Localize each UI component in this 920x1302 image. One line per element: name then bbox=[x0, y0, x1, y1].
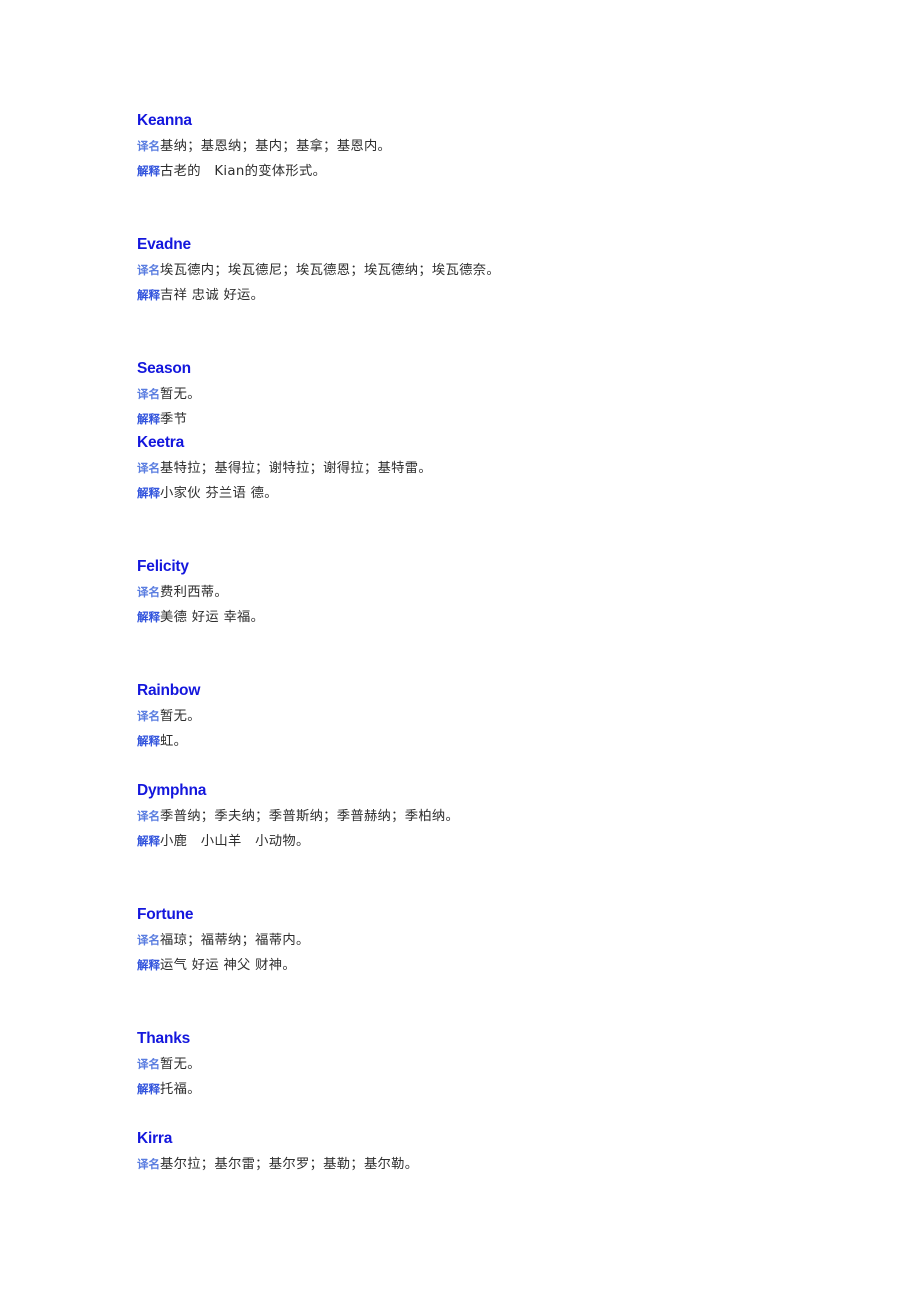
explanation-row: 解释美德 好运 幸福。 bbox=[137, 605, 837, 630]
entry-name-heading[interactable]: Season bbox=[137, 358, 837, 380]
explanation-label: 解释 bbox=[137, 288, 160, 302]
name-entry: Rainbow 译名暂无。 解释虹。 bbox=[137, 680, 837, 754]
translation-label: 译名 bbox=[137, 263, 160, 277]
translation-row: 译名季普纳；季夫纳；季普斯纳；季普赫纳；季柏纳。 bbox=[137, 804, 837, 829]
explanation-row: 解释季节 bbox=[137, 407, 837, 432]
translation-row: 译名暂无。 bbox=[137, 1052, 837, 1077]
entry-name-heading[interactable]: Dymphna bbox=[137, 780, 837, 802]
name-entry: Season 译名暂无。 解释季节 bbox=[137, 358, 837, 432]
translation-label: 译名 bbox=[137, 709, 160, 723]
explanation-row: 解释吉祥 忠诚 好运。 bbox=[137, 283, 837, 308]
translation-row: 译名基纳；基恩纳；基内；基拿；基恩内。 bbox=[137, 134, 837, 159]
entry-name-heading[interactable]: Kirra bbox=[137, 1128, 837, 1150]
explanation-value: 小鹿 小山羊 小动物。 bbox=[160, 834, 310, 849]
translation-label: 译名 bbox=[137, 933, 160, 947]
translation-label: 译名 bbox=[137, 139, 160, 153]
explanation-row: 解释托福。 bbox=[137, 1077, 837, 1102]
explanation-row: 解释运气 好运 神父 财神。 bbox=[137, 953, 837, 978]
document-page: Keanna 译名基纳；基恩纳；基内；基拿；基恩内。 解释古老的 Kian的变体形式… bbox=[0, 0, 920, 1302]
explanation-row: 解释古老的 Kian的变体形式。 bbox=[137, 159, 837, 184]
entry-list: Keanna 译名基纳；基恩纳；基内；基拿；基恩内。 解释古老的 Kian的变体形式… bbox=[137, 110, 837, 1177]
explanation-value: 虹。 bbox=[160, 734, 188, 749]
entry-name-heading[interactable]: Felicity bbox=[137, 556, 837, 578]
explanation-value: 小家伙 芬兰语 德。 bbox=[160, 486, 278, 501]
translation-row: 译名暂无。 bbox=[137, 704, 837, 729]
entry-name-heading[interactable]: Thanks bbox=[137, 1028, 837, 1050]
translation-row: 译名福琼；福蒂纳；福蒂内。 bbox=[137, 928, 837, 953]
entry-name-heading[interactable]: Keetra bbox=[137, 432, 837, 454]
translation-value: 暂无。 bbox=[160, 387, 201, 402]
translation-row: 译名基尔拉；基尔雷；基尔罗；基勒；基尔勒。 bbox=[137, 1152, 837, 1177]
explanation-value: 季节 bbox=[160, 412, 188, 427]
translation-row: 译名基特拉；基得拉；谢特拉；谢得拉；基特雷。 bbox=[137, 456, 837, 481]
entry-name-heading[interactable]: Rainbow bbox=[137, 680, 837, 702]
name-entry: Keetra 译名基特拉；基得拉；谢特拉；谢得拉；基特雷。 解释小家伙 芬兰语 德。 bbox=[137, 432, 837, 506]
translation-value: 季普纳；季夫纳；季普斯纳；季普赫纳；季柏纳。 bbox=[160, 809, 460, 824]
translation-label: 译名 bbox=[137, 1157, 160, 1171]
explanation-value: 吉祥 忠诚 好运。 bbox=[160, 288, 265, 303]
name-entry: Kirra 译名基尔拉；基尔雷；基尔罗；基勒；基尔勒。 bbox=[137, 1128, 837, 1177]
name-entry: Fortune 译名福琼；福蒂纳；福蒂内。 解释运气 好运 神父 财神。 bbox=[137, 904, 837, 978]
entry-name-heading[interactable]: Evadne bbox=[137, 234, 837, 256]
explanation-value: 美德 好运 幸福。 bbox=[160, 610, 265, 625]
explanation-label: 解释 bbox=[137, 164, 160, 178]
translation-label: 译名 bbox=[137, 585, 160, 599]
translation-row: 译名埃瓦德内；埃瓦德尼；埃瓦德恩；埃瓦德纳；埃瓦德奈。 bbox=[137, 258, 837, 283]
translation-value: 暂无。 bbox=[160, 709, 201, 724]
translation-value: 暂无。 bbox=[160, 1057, 201, 1072]
name-entry: Felicity 译名费利西蒂。 解释美德 好运 幸福。 bbox=[137, 556, 837, 630]
explanation-row: 解释小鹿 小山羊 小动物。 bbox=[137, 829, 837, 854]
explanation-value-suffix: 的变体形式。 bbox=[244, 164, 327, 179]
explanation-label: 解释 bbox=[137, 834, 160, 848]
translation-label: 译名 bbox=[137, 809, 160, 823]
translation-row: 译名费利西蒂。 bbox=[137, 580, 837, 605]
explanation-label: 解释 bbox=[137, 610, 160, 624]
entry-name-heading[interactable]: Keanna bbox=[137, 110, 837, 132]
translation-value: 基尔拉；基尔雷；基尔罗；基勒；基尔勒。 bbox=[160, 1157, 419, 1172]
translation-label: 译名 bbox=[137, 1057, 160, 1071]
explanation-label: 解释 bbox=[137, 734, 160, 748]
explanation-label: 解释 bbox=[137, 958, 160, 972]
explanation-row: 解释虹。 bbox=[137, 729, 837, 754]
name-entry: Evadne 译名埃瓦德内；埃瓦德尼；埃瓦德恩；埃瓦德纳；埃瓦德奈。 解释吉祥 忠诚… bbox=[137, 234, 837, 308]
entry-name-heading[interactable]: Fortune bbox=[137, 904, 837, 926]
translation-label: 译名 bbox=[137, 461, 160, 475]
name-entry: Thanks 译名暂无。 解释托福。 bbox=[137, 1028, 837, 1102]
translation-value: 基纳；基恩纳；基内；基拿；基恩内。 bbox=[160, 139, 392, 154]
explanation-value-prefix: 古老的 bbox=[160, 164, 215, 179]
explanation-row: 解释小家伙 芬兰语 德。 bbox=[137, 481, 837, 506]
explanation-label: 解释 bbox=[137, 486, 160, 500]
name-entry: Dymphna 译名季普纳；季夫纳；季普斯纳；季普赫纳；季柏纳。 解释小鹿 小山羊 … bbox=[137, 780, 837, 854]
explanation-value: 托福。 bbox=[160, 1082, 201, 1097]
explanation-value-latin: Kian bbox=[214, 164, 245, 179]
translation-value: 费利西蒂。 bbox=[160, 585, 228, 600]
explanation-label: 解释 bbox=[137, 1082, 160, 1096]
translation-label: 译名 bbox=[137, 387, 160, 401]
translation-value: 基特拉；基得拉；谢特拉；谢得拉；基特雷。 bbox=[160, 461, 432, 476]
translation-value: 埃瓦德内；埃瓦德尼；埃瓦德恩；埃瓦德纳；埃瓦德奈。 bbox=[160, 263, 500, 278]
name-entry: Keanna 译名基纳；基恩纳；基内；基拿；基恩内。 解释古老的 Kian的变体形式… bbox=[137, 110, 837, 184]
translation-row: 译名暂无。 bbox=[137, 382, 837, 407]
translation-value: 福琼；福蒂纳；福蒂内。 bbox=[160, 933, 310, 948]
explanation-value: 运气 好运 神父 财神。 bbox=[160, 958, 296, 973]
explanation-label: 解释 bbox=[137, 412, 160, 426]
